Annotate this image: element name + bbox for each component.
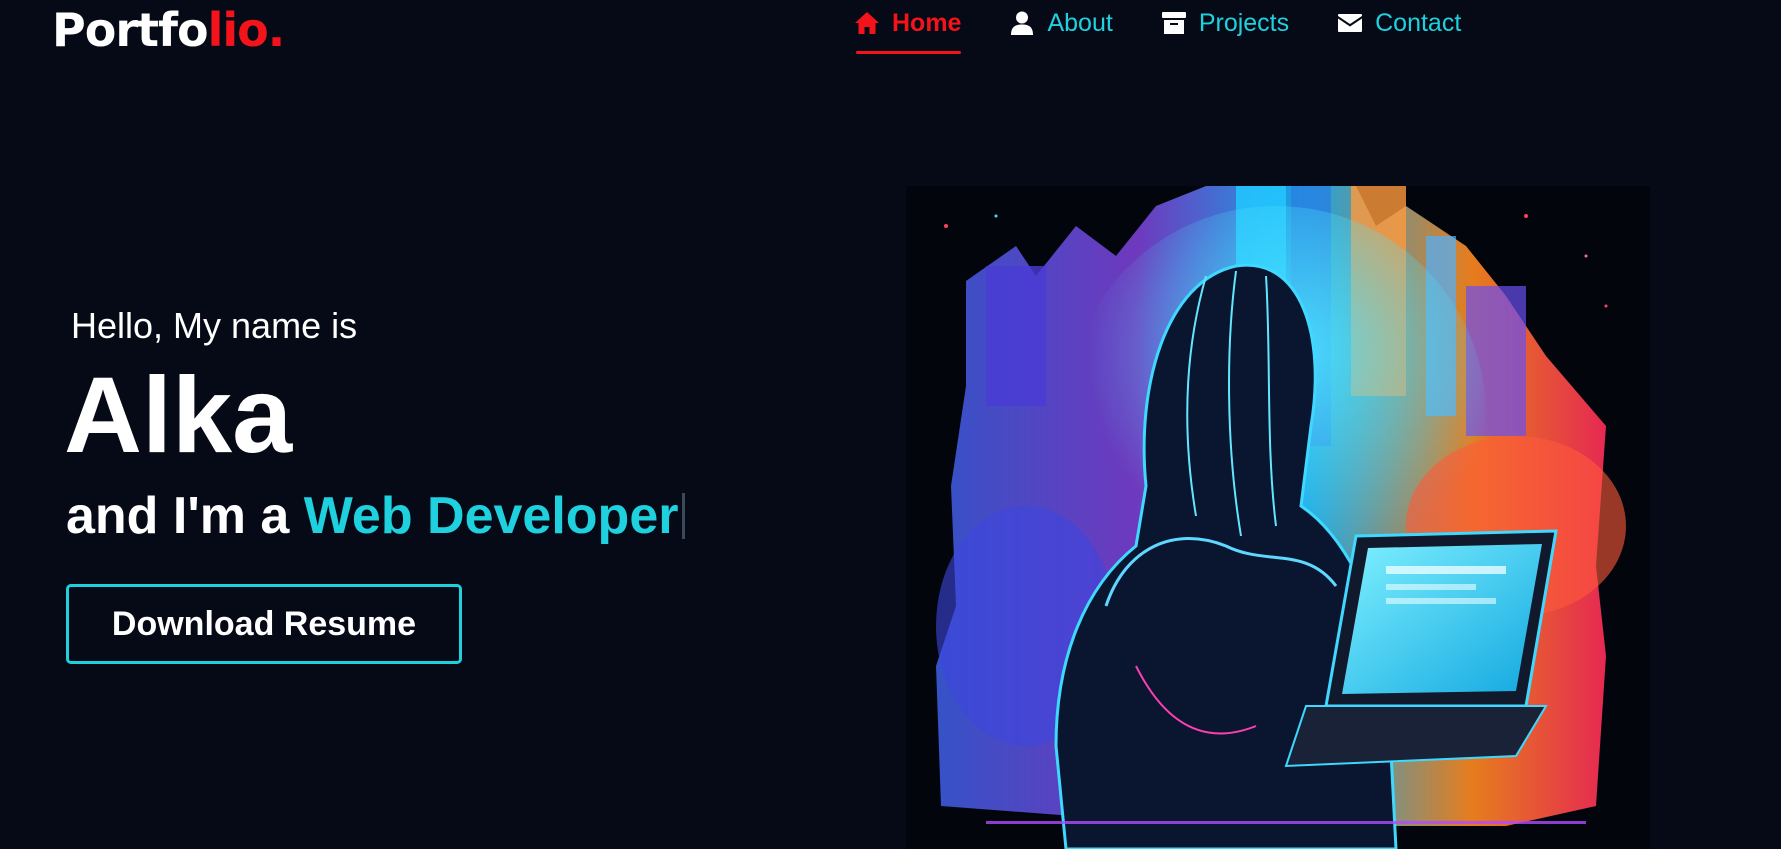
nav-contact-label: Contact: [1375, 8, 1462, 37]
envelope-icon: [1337, 10, 1363, 36]
hero-illustration: [906, 186, 1650, 849]
home-icon: [854, 10, 880, 36]
nav-home-label: Home: [892, 8, 962, 37]
hero-name: Alka: [64, 354, 293, 475]
hero-greeting: Hello, My name is: [71, 305, 358, 346]
hero-role-line: and I'm a Web Developer: [66, 486, 686, 546]
nav-home[interactable]: Home: [854, 0, 962, 54]
nav-projects-label: Projects: [1198, 8, 1290, 37]
archive-icon: [1161, 10, 1187, 36]
portfolio-page: Portfolio. Home About Projects Contact H…: [0, 0, 1781, 849]
nav-about[interactable]: About: [1009, 0, 1113, 46]
typing-cursor: [682, 493, 686, 539]
user-icon: [1009, 10, 1035, 36]
main-nav: Home About Projects Contact: [854, 0, 1509, 56]
nav-contact[interactable]: Contact: [1337, 0, 1461, 46]
download-resume-button[interactable]: Download Resume: [66, 584, 462, 664]
nav-about-label: About: [1047, 8, 1113, 37]
logo-accent: lio.: [207, 3, 286, 57]
nav-projects[interactable]: Projects: [1161, 0, 1289, 46]
role-prefix: and I'm a: [66, 487, 304, 545]
role-text: Web Developer: [303, 487, 679, 545]
logo-main: Portfo: [52, 3, 209, 57]
logo[interactable]: Portfolio.: [52, 3, 286, 57]
